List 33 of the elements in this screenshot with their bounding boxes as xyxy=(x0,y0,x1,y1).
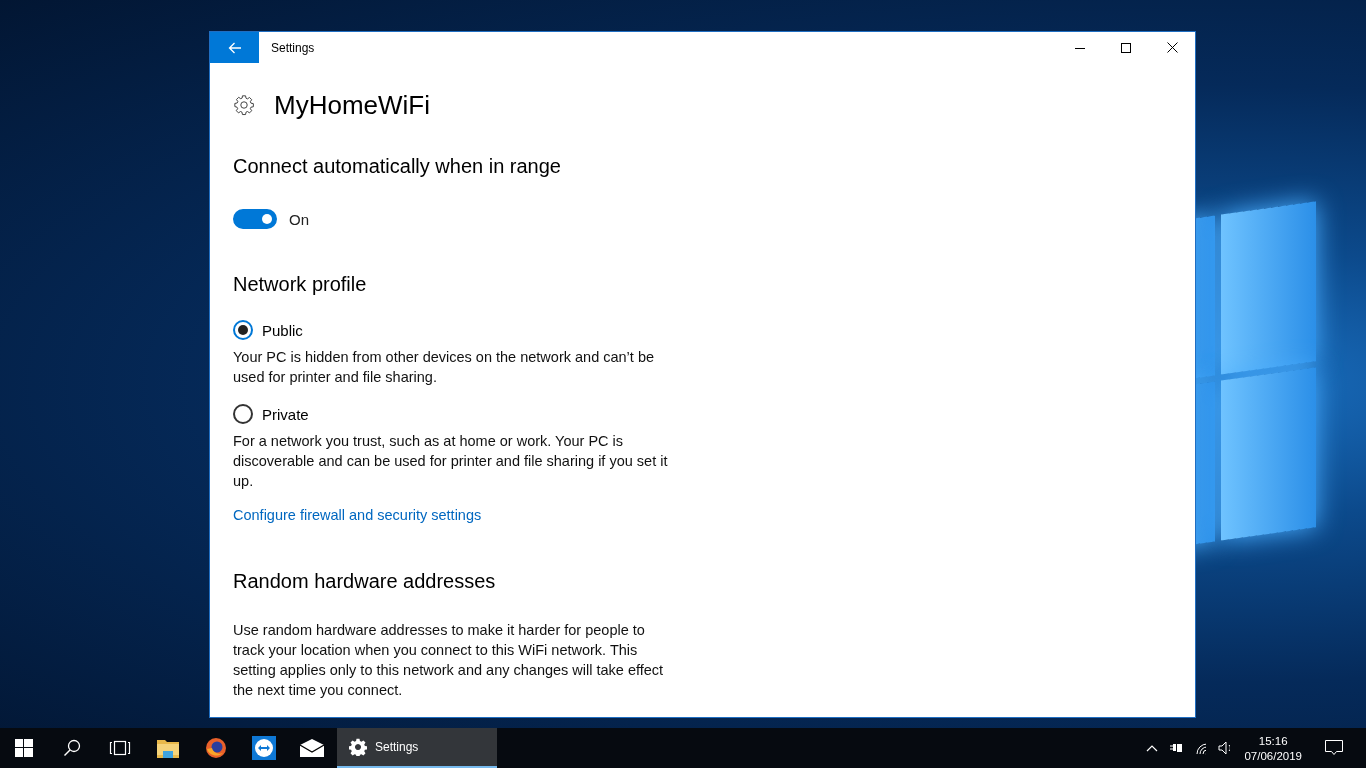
double-arrow-icon xyxy=(252,736,276,760)
folder-icon xyxy=(157,738,179,758)
fox-globe-icon xyxy=(205,737,227,759)
section-heading: Connect automatically when in range xyxy=(233,155,562,179)
radio-option[interactable]: Private xyxy=(233,401,309,427)
window-title: Settings xyxy=(271,40,315,55)
section-heading: Random hardware addresses xyxy=(233,570,497,594)
firewall-settings-link[interactable]: Configure firewall and security settings xyxy=(233,507,482,523)
back-button[interactable] xyxy=(210,32,259,63)
settings-icon xyxy=(233,94,255,116)
start-icon xyxy=(15,739,33,757)
section-description: Use random hardware addresses to make it harder for people to track your location when you connect to this WiFi network. This setting applies only to this network and any changes will take effect the next time you connect. xyxy=(233,621,665,700)
option-description: Your PC is hidden from other devices on the network and can’t be used for printer and file sharing. xyxy=(233,348,656,387)
gear-icon xyxy=(349,738,367,756)
wifi-icon xyxy=(1194,741,1207,755)
radio-option[interactable]: Public xyxy=(233,317,303,343)
task-view-icon xyxy=(109,740,131,756)
taskbar-app-button[interactable]: Settings xyxy=(337,728,497,768)
toggle-switch[interactable] xyxy=(233,209,277,229)
close-icon xyxy=(1166,42,1178,53)
option-description: For a network you trust, such as at home or work. Your PC is discoverable and can be used for printer and file sharing if you set it up. xyxy=(233,432,669,491)
maximize-icon xyxy=(1121,42,1131,53)
speech-bubble-icon xyxy=(1325,740,1343,756)
back-arrow-icon xyxy=(227,41,242,54)
envelope-icon xyxy=(300,739,324,757)
caret-up-icon xyxy=(1146,744,1159,752)
search-icon xyxy=(63,739,81,757)
battery-plug-icon xyxy=(1170,743,1183,753)
section-heading: Network profile xyxy=(233,273,368,297)
page-heading: MyHomeWiFi xyxy=(274,89,430,121)
toggle-label: On xyxy=(289,210,309,228)
speaker-icon xyxy=(1218,741,1231,755)
clock-button[interactable]: 15:16 07/06/2019 xyxy=(1236,728,1310,768)
